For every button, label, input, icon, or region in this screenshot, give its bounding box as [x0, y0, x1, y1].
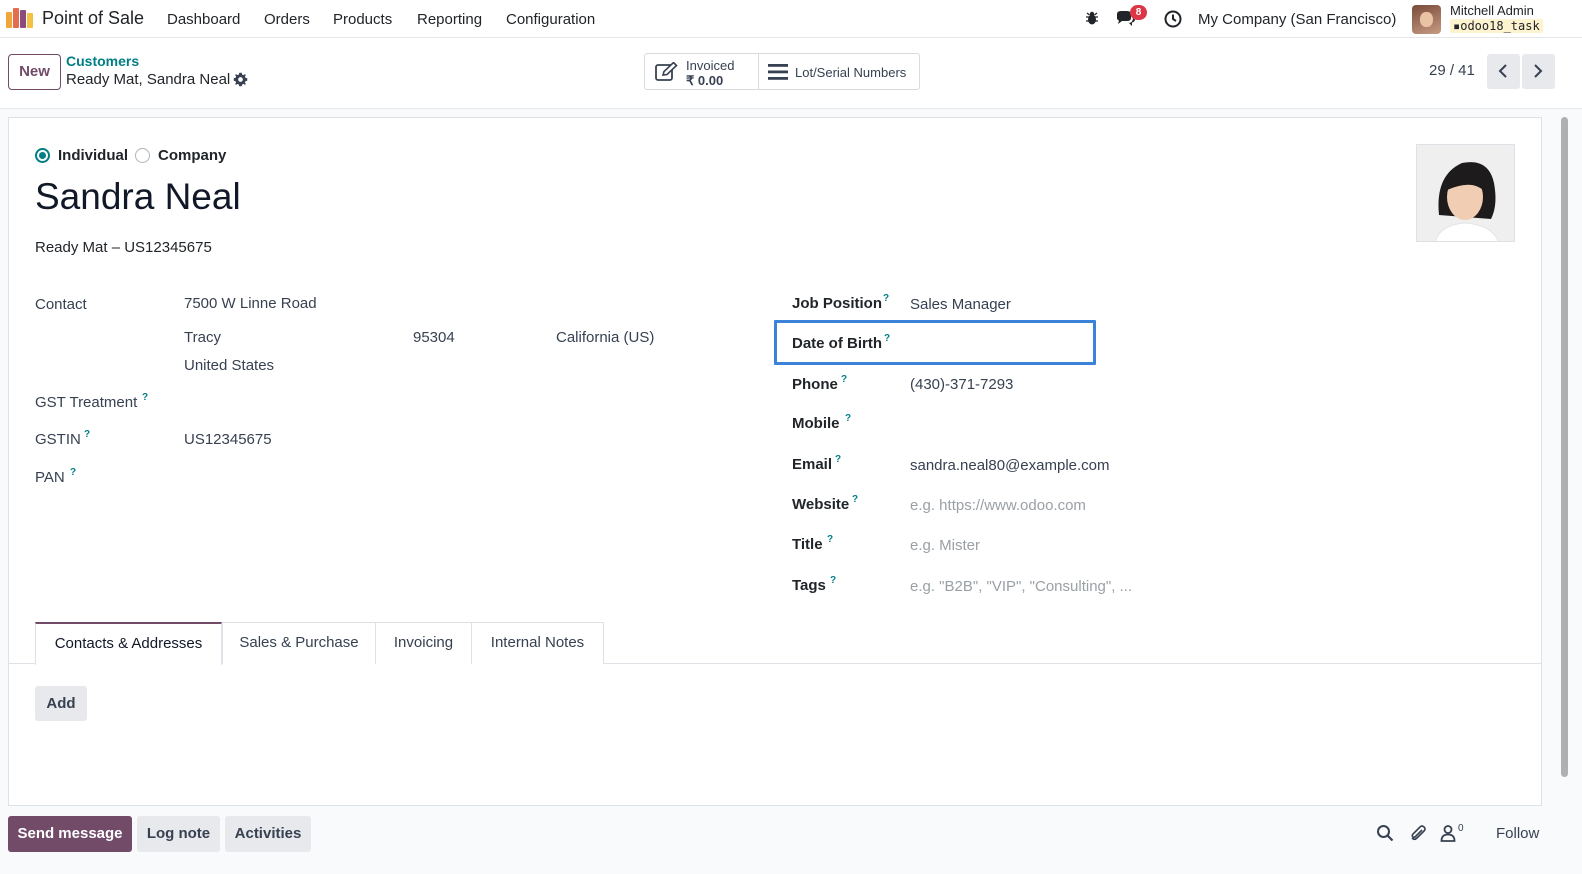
lot-serial-smart-button[interactable]: Lot/Serial Numbers [758, 53, 920, 90]
debug-icon[interactable] [1084, 10, 1100, 26]
database-tag: ▪odoo18_task [1450, 19, 1543, 33]
activities-button[interactable]: Activities [225, 816, 311, 852]
help-icon[interactable]: ? [835, 454, 841, 465]
new-button[interactable]: New [8, 54, 61, 90]
help-icon[interactable]: ? [142, 392, 148, 403]
menu-orders[interactable]: Orders [264, 11, 310, 28]
email-label: Email [792, 456, 833, 473]
help-icon[interactable]: ? [884, 333, 890, 344]
app-name[interactable]: Point of Sale [42, 8, 144, 29]
edit-icon [655, 62, 678, 81]
mobile-field[interactable] [910, 410, 1110, 436]
company-switcher[interactable]: My Company (San Francisco) [1198, 11, 1396, 28]
database-name: odoo18_task [1460, 19, 1540, 33]
menu-reporting[interactable]: Reporting [417, 11, 482, 28]
tab-contacts-addresses[interactable]: Contacts & Addresses [35, 622, 222, 665]
partner-photo[interactable] [1416, 144, 1515, 242]
invoiced-smart-button[interactable]: Invoiced ₹ 0.00 [644, 53, 759, 90]
help-icon[interactable]: ? [841, 374, 847, 385]
help-icon[interactable]: ? [883, 293, 889, 304]
log-note-button[interactable]: Log note [137, 816, 220, 852]
paperclip-icon[interactable] [1409, 824, 1427, 842]
help-icon[interactable]: ? [827, 534, 833, 545]
job-position-label: Job Position [792, 295, 882, 312]
street-field[interactable]: 7500 W Linne Road [184, 295, 317, 312]
form-sheet: Individual Company Sandra Neal Ready Mat… [8, 117, 1542, 806]
pager-previous-button[interactable] [1487, 54, 1520, 89]
vertical-scrollbar[interactable] [1561, 117, 1568, 777]
help-icon[interactable]: ? [84, 429, 90, 440]
radio-individual-label[interactable]: Individual [58, 147, 128, 164]
radio-individual[interactable] [35, 148, 50, 163]
chevron-left-icon [1498, 64, 1507, 78]
title-label: Title [792, 536, 823, 553]
app-logo-icon[interactable] [6, 8, 34, 28]
website-label: Website [792, 496, 850, 513]
phone-field[interactable]: (430)-371-7293 [910, 376, 1013, 393]
help-icon[interactable]: ? [70, 467, 76, 478]
list-icon [768, 64, 788, 80]
email-field[interactable]: sandra.neal80@example.com [910, 457, 1110, 474]
partner-company-subtitle: Ready Mat – US12345675 [35, 239, 212, 256]
city-field[interactable]: Tracy [184, 329, 221, 346]
mobile-label: Mobile [792, 415, 840, 432]
tab-invoicing[interactable]: Invoicing [375, 622, 472, 664]
gear-icon[interactable] [233, 72, 248, 87]
title-field[interactable]: e.g. Mister [910, 537, 980, 554]
send-message-button[interactable]: Send message [8, 816, 132, 852]
radio-company-label[interactable]: Company [158, 147, 226, 164]
follow-button[interactable]: Follow [1496, 825, 1539, 842]
menu-products[interactable]: Products [333, 11, 392, 28]
search-icon[interactable] [1376, 824, 1394, 842]
state-field[interactable]: California (US) [556, 329, 654, 346]
invoiced-label: Invoiced [686, 58, 735, 73]
breadcrumb-customers[interactable]: Customers [66, 53, 139, 69]
website-field[interactable]: e.g. https://www.odoo.com [910, 497, 1086, 514]
followers-icon[interactable] [1439, 824, 1457, 842]
top-navbar: Point of Sale Dashboard Orders Products … [0, 0, 1582, 38]
clock-icon[interactable] [1164, 10, 1182, 28]
person-photo-icon [1417, 145, 1514, 241]
breadcrumb-current: Ready Mat, Sandra Neal [66, 71, 231, 88]
contact-label: Contact [35, 296, 87, 313]
help-icon[interactable]: ? [845, 413, 851, 424]
country-field[interactable]: United States [184, 357, 274, 374]
tab-internal-notes[interactable]: Internal Notes [471, 622, 604, 664]
control-panel: New Customers Ready Mat, Sandra Neal Inv… [0, 38, 1582, 109]
tab-sales-purchase[interactable]: Sales & Purchase [222, 622, 376, 664]
tags-label: Tags [792, 577, 826, 594]
gstin-label: GSTIN [35, 431, 81, 448]
user-name[interactable]: Mitchell Admin [1450, 3, 1534, 18]
user-avatar[interactable] [1412, 5, 1441, 34]
gstin-field[interactable]: US12345675 [184, 431, 272, 448]
messages-badge: 8 [1130, 5, 1147, 20]
phone-label: Phone [792, 376, 838, 393]
invoiced-value: ₹ 0.00 [686, 73, 724, 88]
date-of-birth-field[interactable] [910, 328, 1090, 356]
pan-label: PAN [35, 469, 65, 486]
help-icon[interactable]: ? [852, 494, 858, 505]
lot-serial-label: Lot/Serial Numbers [795, 65, 907, 80]
date-of-birth-label: Date of Birth [792, 335, 882, 352]
menu-dashboard[interactable]: Dashboard [167, 11, 240, 28]
add-contact-button[interactable]: Add [35, 686, 87, 721]
chevron-right-icon [1534, 64, 1543, 78]
menu-configuration[interactable]: Configuration [506, 11, 595, 28]
followers-count: 0 [1458, 823, 1464, 834]
gst-treatment-label: GST Treatment [35, 394, 138, 411]
help-icon[interactable]: ? [830, 575, 836, 586]
tags-field[interactable]: e.g. "B2B", "VIP", "Consulting", ... [910, 578, 1132, 595]
job-position-field[interactable]: Sales Manager [910, 296, 1011, 313]
pager-value[interactable]: 29 / 41 [1429, 62, 1475, 79]
pager-next-button[interactable] [1522, 54, 1555, 89]
radio-company[interactable] [135, 148, 150, 163]
partner-name-field[interactable]: Sandra Neal [35, 176, 241, 218]
zip-field[interactable]: 95304 [413, 329, 455, 346]
